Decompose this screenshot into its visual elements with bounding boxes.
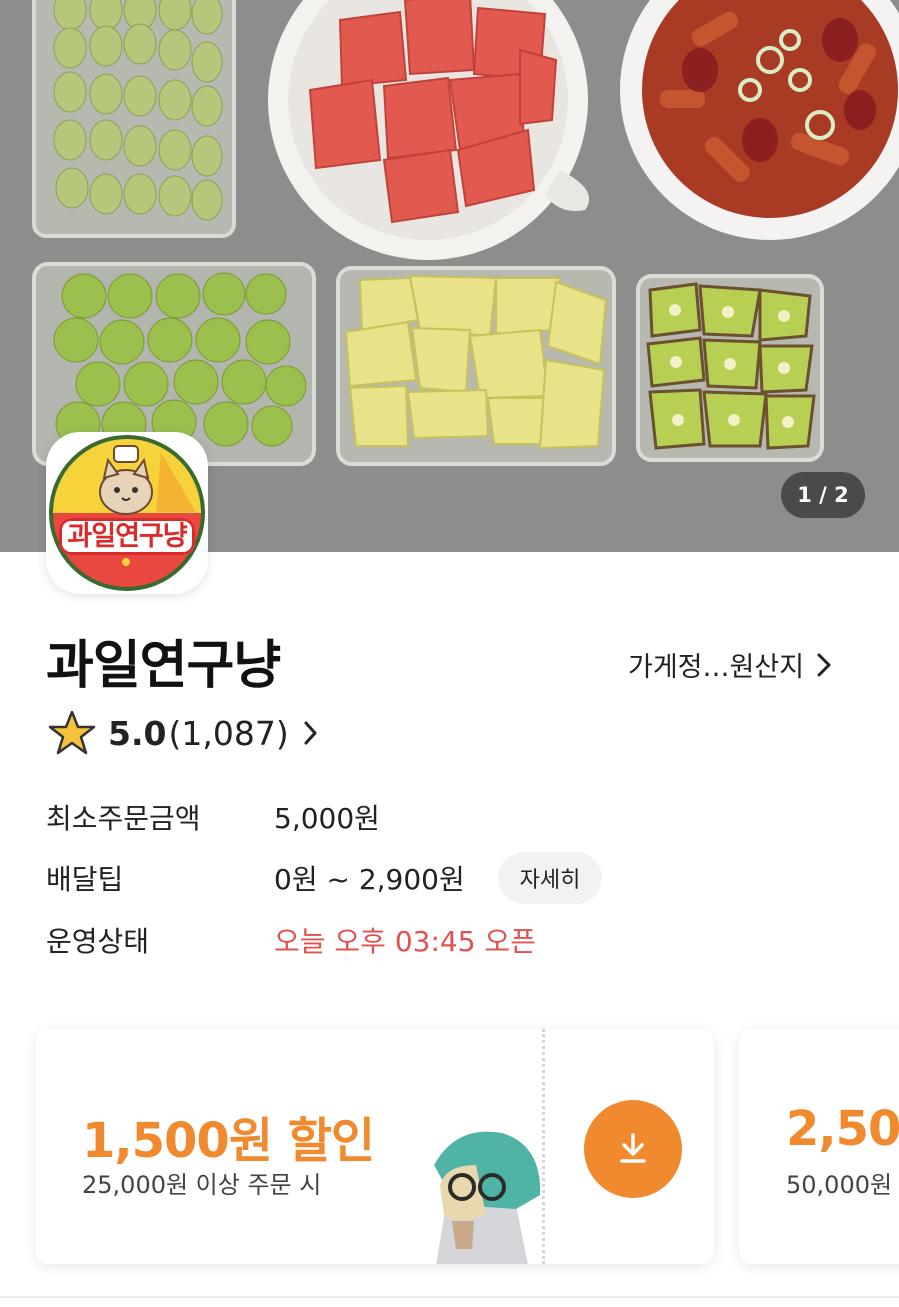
coupon-divider <box>542 1029 545 1264</box>
chevron-right-icon <box>304 721 317 745</box>
rating-link[interactable]: 5.0 (1,087) <box>48 710 317 756</box>
mascot-illustration-icon <box>434 1131 541 1264</box>
delivery-tip-detail-button[interactable]: 자세히 <box>498 852 602 904</box>
coupon-card[interactable]: 2,50 50,000원 <box>739 1029 899 1264</box>
delivery-tip-label: 배달팁 <box>46 863 124 896</box>
rating-count: (1,087) <box>168 713 289 753</box>
page-indicator: 1 / 2 <box>781 472 865 518</box>
status-label: 운영상태 <box>46 925 150 958</box>
coupon-carousel[interactable]: 1,500원 할인 25,000원 이상 주문 시 2,50 50,000원 <box>0 1008 899 1288</box>
coupon-amount: 1,500원 할인 <box>82 1113 375 1169</box>
rating-score: 5.0 <box>108 713 167 753</box>
star-icon <box>48 710 96 755</box>
store-info-link-label: 가게정…원산지 <box>628 652 805 683</box>
coupon-condition: 25,000원 이상 주문 시 <box>82 1171 322 1199</box>
delivery-tip-value: 0원 ~ 2,900원 <box>274 863 465 896</box>
min-order-label: 최소주문금액 <box>46 802 201 835</box>
section-divider <box>0 1296 899 1298</box>
status-value: 오늘 오후 03:45 오픈 <box>274 925 536 958</box>
download-icon <box>620 1133 646 1163</box>
logo-text-label: 과일연구냥 <box>59 518 195 555</box>
store-logo: 과일연구냥 <box>46 432 208 594</box>
min-order-value: 5,000원 <box>274 802 380 835</box>
coupon-amount: 2,50 <box>786 1101 899 1157</box>
chevron-right-icon <box>817 653 831 676</box>
cat-fruit-logo-icon <box>49 435 205 591</box>
coupon-condition: 50,000원 <box>786 1171 893 1199</box>
page-indicator-text: 1 / 2 <box>797 483 849 507</box>
coupon-download-button[interactable] <box>584 1100 682 1198</box>
logo-text: 과일연구냥 <box>56 514 198 555</box>
store-info-link[interactable]: 가게정…원산지 <box>628 645 832 684</box>
store-name: 과일연구냥 <box>46 636 281 696</box>
coupon-card[interactable]: 1,500원 할인 25,000원 이상 주문 시 <box>36 1029 714 1264</box>
